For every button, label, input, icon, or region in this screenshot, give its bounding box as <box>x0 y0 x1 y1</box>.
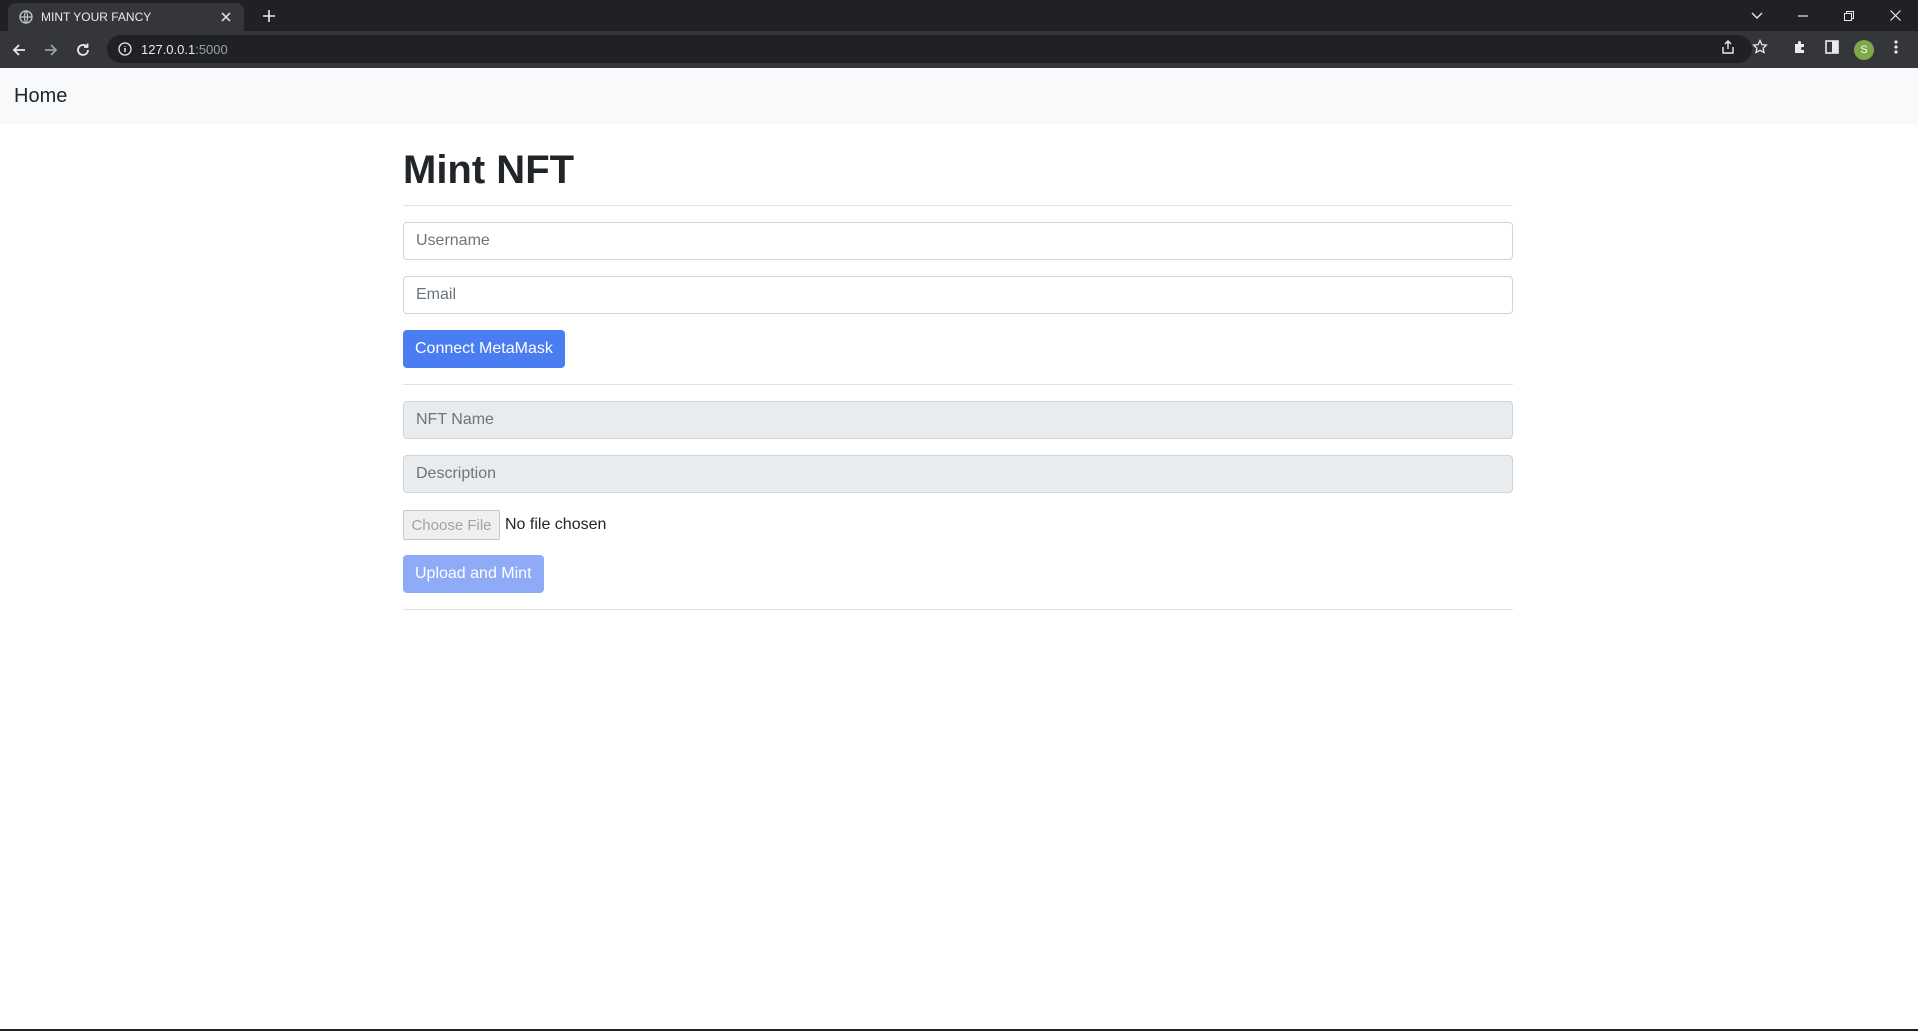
description-input[interactable] <box>403 455 1513 493</box>
chevron-down-icon[interactable] <box>1734 0 1780 31</box>
divider <box>403 609 1513 610</box>
close-icon[interactable] <box>218 9 234 25</box>
navbar: Home <box>0 68 1918 124</box>
more-icon[interactable] <box>1886 37 1906 57</box>
file-input: Choose File No file chosen <box>403 510 606 540</box>
globe-icon <box>19 10 33 24</box>
back-arrow-icon[interactable] <box>6 37 32 63</box>
share-icon[interactable] <box>1718 37 1738 57</box>
side-panel-icon[interactable] <box>1822 37 1842 57</box>
divider <box>403 205 1513 206</box>
forward-arrow-icon[interactable] <box>38 37 64 63</box>
nft-name-input[interactable] <box>403 401 1513 439</box>
connect-metamask-button[interactable]: Connect MetaMask <box>403 330 565 368</box>
address-bar[interactable]: 127.0.0.1:5000 <box>107 35 1752 63</box>
page-title: Mint NFT <box>403 148 575 192</box>
url-text: 127.0.0.1:5000 <box>141 42 228 57</box>
email-input[interactable] <box>403 276 1513 314</box>
choose-file-button[interactable]: Choose File <box>403 510 500 540</box>
window-close-icon[interactable] <box>1872 0 1918 31</box>
reload-icon[interactable] <box>70 37 96 63</box>
file-status: No file chosen <box>505 516 607 533</box>
plus-icon[interactable] <box>258 5 280 27</box>
nav-home-link[interactable]: Home <box>14 85 67 108</box>
divider <box>403 384 1513 385</box>
upload-and-mint-button[interactable]: Upload and Mint <box>403 555 544 593</box>
restore-icon[interactable] <box>1826 0 1872 31</box>
extensions-icon[interactable] <box>1790 37 1810 57</box>
url-host: 127.0.0.1 <box>141 41 196 57</box>
minimize-icon[interactable] <box>1780 0 1826 31</box>
tab-title: MINT YOUR FANCY <box>41 10 152 24</box>
profile-avatar[interactable]: S <box>1854 40 1874 60</box>
url-port: :5000 <box>195 41 228 57</box>
info-icon[interactable] <box>117 41 133 57</box>
star-icon[interactable] <box>1750 37 1770 57</box>
browser-tab-bar: MINT YOUR FANCY <box>0 0 1918 31</box>
browser-toolbar: 127.0.0.1:5000 S <box>0 31 1918 68</box>
browser-tab[interactable]: MINT YOUR FANCY <box>8 3 244 31</box>
username-input[interactable] <box>403 222 1513 260</box>
